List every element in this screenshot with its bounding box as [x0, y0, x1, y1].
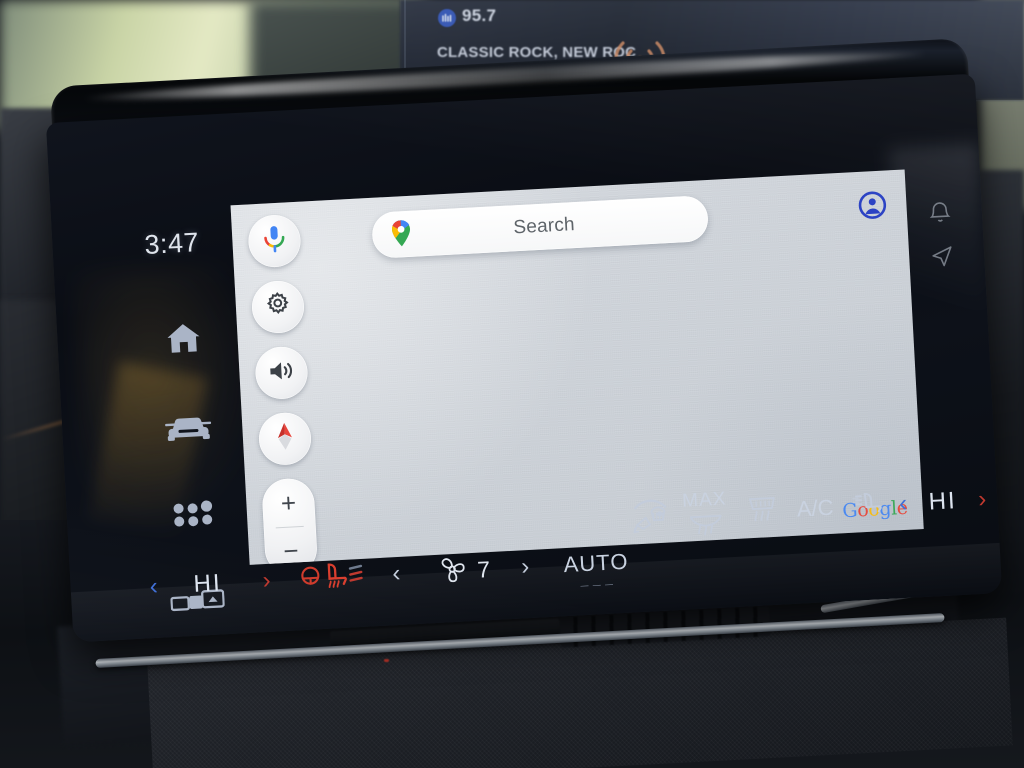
auto-prev-label: ›: [520, 553, 530, 581]
auto-label: AUTO: [562, 548, 630, 578]
passenger-temp-down-button[interactable]: ‹: [887, 489, 918, 519]
driver-temp-up-label: ›: [261, 566, 272, 595]
screen-body: 3:47 + − Search Google MAX A/C ‹ HI › ‹ …: [45, 73, 1003, 643]
rear-defrost-button[interactable]: [736, 494, 789, 530]
compass-needle-icon: [275, 421, 295, 457]
zoom-in-button[interactable]: +: [280, 487, 297, 518]
passenger-temperature[interactable]: HI: [917, 487, 968, 518]
status-led: [384, 659, 389, 662]
driver-temperature[interactable]: HI: [176, 568, 239, 599]
heated-seat-icon: [317, 559, 349, 596]
infotainment-head-unit: 3:47 + − Search Google MAX A/C ‹ HI › ‹ …: [44, 34, 1003, 643]
nav-arrow-icon: [931, 245, 954, 273]
max-defrost-button[interactable]: MAX: [672, 487, 738, 541]
search-input[interactable]: Search: [414, 207, 709, 245]
navigation-button[interactable]: [922, 245, 963, 274]
gear-icon: [264, 291, 292, 323]
auto-sub-label: — — —: [580, 579, 615, 591]
fan-down-button[interactable]: ‹: [368, 559, 425, 590]
auto-button[interactable]: AUTO — — —: [547, 548, 644, 591]
fan-speed-value: 7: [476, 555, 491, 583]
maps-pin-icon: [387, 216, 415, 252]
home-icon: [164, 320, 204, 356]
driver-temp-down-button[interactable]: ‹: [130, 572, 177, 602]
sidebar-item-home[interactable]: [151, 304, 216, 371]
google-assistant-mic-icon: [261, 223, 289, 259]
passenger-temp-up-button[interactable]: ›: [967, 485, 998, 515]
driver-temp-down-label: ‹: [148, 572, 159, 601]
right-bezel-icons: [919, 200, 964, 290]
sidebar-item-apps[interactable]: [160, 480, 225, 547]
account-button[interactable]: [858, 190, 888, 224]
fan-speed-control[interactable]: 7: [423, 551, 503, 590]
assistant-button[interactable]: [247, 213, 302, 269]
heat-level-bars-icon: [348, 562, 365, 590]
rear-defrost-icon: [745, 494, 779, 529]
max-defrost-label: MAX: [681, 487, 728, 512]
passenger-heated-seat-button[interactable]: [841, 487, 889, 524]
status-clock: 3:47: [143, 227, 200, 260]
passenger-temp-down-label: ‹: [898, 489, 908, 518]
driver-temp-value: HI: [192, 569, 223, 598]
bell-icon: [928, 200, 952, 230]
passenger-temp-up-label: ›: [977, 485, 987, 513]
heated-seat-icon: [846, 488, 884, 525]
auto-prev-button[interactable]: ›: [501, 552, 548, 582]
notifications-button[interactable]: [919, 200, 960, 231]
volume-button[interactable]: [254, 345, 309, 401]
fan-down-label: ‹: [391, 559, 402, 588]
radio-badge-icon: [437, 8, 457, 33]
zoom-divider: [275, 525, 304, 529]
speaker-volume-icon: [267, 358, 297, 388]
driver-temp-up-button[interactable]: ›: [238, 566, 295, 597]
passenger-temp-value: HI: [927, 487, 958, 516]
settings-button[interactable]: [250, 279, 306, 335]
sidebar-item-vehicle[interactable]: [156, 392, 221, 459]
fan-icon: [435, 553, 469, 590]
ac-button[interactable]: A/C: [787, 494, 843, 523]
car-icon: [164, 409, 212, 443]
recenter-button[interactable]: [257, 411, 313, 467]
ac-label: A/C: [796, 494, 835, 522]
apps-grid-icon: [171, 500, 214, 528]
account-circle-icon: [858, 191, 888, 223]
front-defrost-icon: [688, 512, 723, 541]
cluster-frequency: 95.7: [462, 6, 497, 25]
heated-steering-seat-button[interactable]: [294, 558, 370, 597]
